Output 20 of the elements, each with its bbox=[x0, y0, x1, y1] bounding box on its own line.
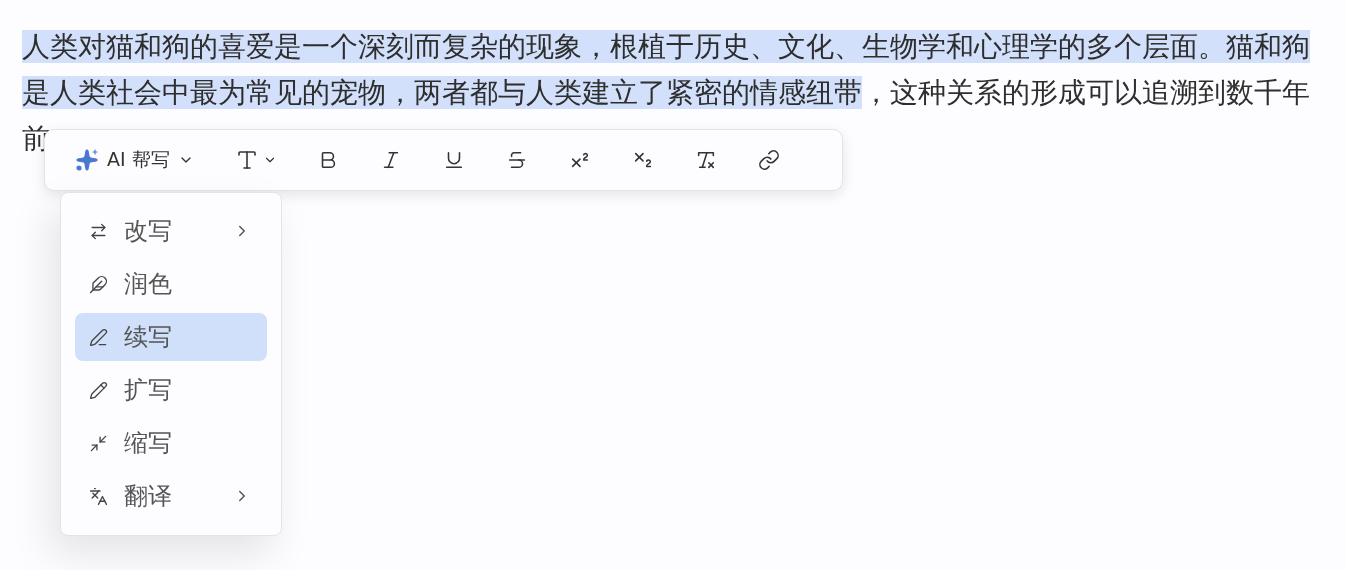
translate-icon bbox=[89, 486, 108, 506]
menu-item-label: 缩写 bbox=[124, 428, 173, 459]
menu-item-label: 扩写 bbox=[124, 375, 173, 406]
menu-item-label: 改写 bbox=[124, 216, 173, 247]
shrink-icon bbox=[89, 433, 108, 453]
link-icon bbox=[757, 149, 780, 171]
sparkles-icon bbox=[75, 148, 99, 172]
menu-item[interactable]: 翻译 bbox=[75, 472, 267, 520]
menu-item[interactable]: 润色 bbox=[75, 260, 267, 308]
menu-item[interactable]: 改写 bbox=[75, 207, 267, 255]
pen-line-icon bbox=[89, 327, 108, 347]
menu-item-label: 翻译 bbox=[124, 481, 173, 512]
feather-icon bbox=[89, 274, 108, 294]
menu-item[interactable]: 缩写 bbox=[75, 419, 267, 467]
arrows-icon bbox=[89, 221, 108, 241]
menu-item[interactable]: 扩写 bbox=[75, 366, 267, 414]
menu-item-label: 润色 bbox=[124, 269, 173, 300]
menu-item[interactable]: 续写 bbox=[75, 313, 267, 361]
pencil-icon bbox=[89, 380, 108, 400]
menu-item-label: 续写 bbox=[124, 322, 173, 353]
